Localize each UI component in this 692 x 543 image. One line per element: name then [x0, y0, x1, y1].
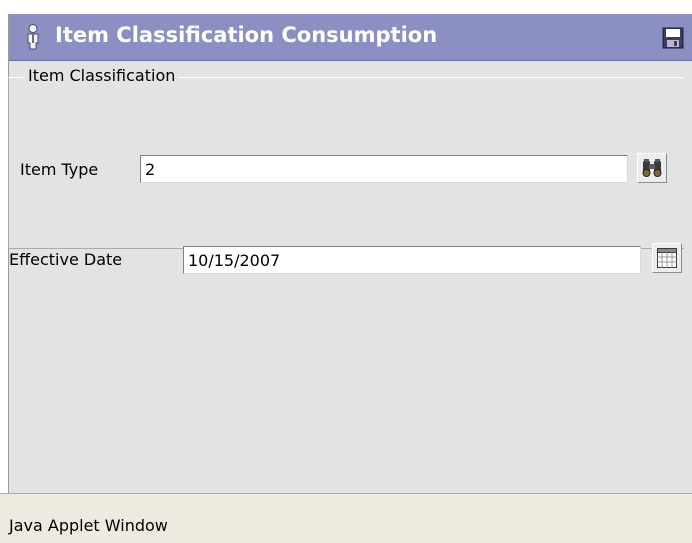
status-bar: Java Applet Window	[0, 493, 692, 543]
binoculars-icon	[642, 159, 662, 177]
status-text: Java Applet Window	[9, 516, 168, 535]
user-icon	[27, 24, 39, 50]
item-classification-legend: Item Classification	[25, 66, 179, 86]
save-icon[interactable]	[662, 27, 684, 49]
item-type-lookup-button[interactable]	[637, 153, 667, 183]
calendar-icon	[657, 248, 677, 268]
effective-date-label: Effective Date	[9, 250, 123, 269]
item-type-label: Item Type	[20, 160, 99, 179]
panel-title-bar: Item Classification Consumption	[9, 14, 692, 61]
effective-date-input[interactable]	[183, 246, 641, 274]
item-type-input[interactable]	[140, 155, 628, 183]
effective-date-calendar-button[interactable]	[652, 243, 682, 273]
panel-title: Item Classification Consumption	[55, 23, 438, 47]
